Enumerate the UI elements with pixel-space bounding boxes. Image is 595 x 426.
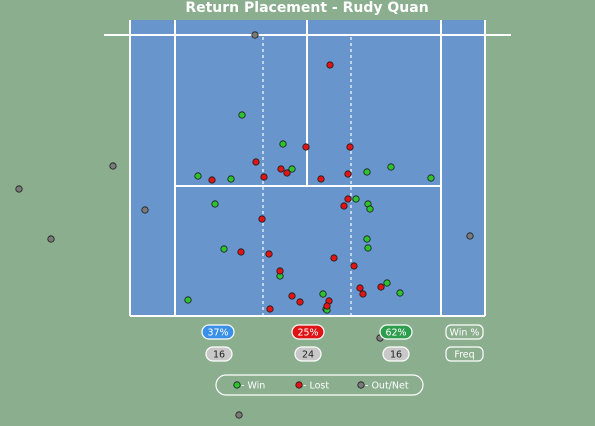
legend-lost-label: - Lost <box>303 381 329 392</box>
out-net-point-3 <box>141 206 149 214</box>
zone-left-freq: 16 <box>213 350 225 361</box>
row-labels: Win % Freq <box>445 324 484 362</box>
zone-right-freq: 16 <box>390 350 402 361</box>
freq-label: Freq <box>454 350 474 361</box>
lost-point-15 <box>330 254 338 262</box>
lost-point-11 <box>340 202 348 210</box>
legend-out-net-marker <box>357 381 365 389</box>
win-point-16 <box>383 279 391 287</box>
win-point-9 <box>352 195 360 203</box>
lost-point-1 <box>252 158 260 166</box>
zone-stats: 37% 16 25% 24 62% 16 Win % Freq <box>201 324 484 362</box>
lost-point-4 <box>277 165 285 173</box>
zone-middle-win-pct: 25% <box>297 328 318 339</box>
lost-point-18 <box>356 284 364 292</box>
zone-left-win-pct: 37% <box>207 328 228 339</box>
zone-right-win-pct: 62% <box>385 328 406 339</box>
win-point-4 <box>387 163 395 171</box>
out-net-point-2 <box>15 185 23 193</box>
win-point-18 <box>319 290 327 298</box>
lost-point-21 <box>288 292 296 300</box>
out-net-point-1 <box>109 162 117 170</box>
lost-point-17 <box>276 267 284 275</box>
win-point-8 <box>211 200 219 208</box>
lost-point-6 <box>260 173 268 181</box>
chart-title: Return Placement - Rudy Quan <box>185 0 428 16</box>
win-point-13 <box>364 244 372 252</box>
win-point-12 <box>363 235 371 243</box>
out-net-point-7 <box>235 411 243 419</box>
lost-point-16 <box>350 262 358 270</box>
lost-point-3 <box>346 143 354 151</box>
legend-win-label: - Win <box>241 381 265 392</box>
win-point-1 <box>279 140 287 148</box>
lost-point-5 <box>283 169 291 177</box>
legend-win-marker <box>233 381 241 389</box>
zone-left-stats: 37% 16 <box>201 324 235 362</box>
lost-point-13 <box>237 248 245 256</box>
lost-point-14 <box>265 250 273 258</box>
lost-point-2 <box>302 143 310 151</box>
lost-point-23 <box>296 298 304 306</box>
lost-point-25 <box>266 305 274 313</box>
tennis-court <box>104 20 511 317</box>
win-point-3 <box>363 168 371 176</box>
win-point-14 <box>220 245 228 253</box>
lost-point-8 <box>317 175 325 183</box>
lost-point-20 <box>359 290 367 298</box>
win-point-19 <box>184 296 192 304</box>
lost-point-7 <box>208 176 216 184</box>
return-placement-chart: Return Placement - Rudy Quan 37% 16 25% … <box>15 0 511 419</box>
legend: - Win - Lost - Out/Net <box>215 374 424 396</box>
lost-point-24 <box>323 302 331 310</box>
win-point-5 <box>427 174 435 182</box>
zone-right-stats: 62% 16 <box>379 324 413 362</box>
win-point-0 <box>238 111 246 119</box>
lost-point-0 <box>326 61 334 69</box>
out-net-point-5 <box>466 232 474 240</box>
lost-point-9 <box>344 170 352 178</box>
legend-out-net-label: - Out/Net <box>365 381 409 392</box>
out-net-point-0 <box>251 31 259 39</box>
out-net-point-4 <box>47 235 55 243</box>
win-point-6 <box>194 172 202 180</box>
zone-middle-freq: 24 <box>302 350 314 361</box>
win-point-11 <box>366 205 374 213</box>
lost-point-19 <box>377 283 385 291</box>
zone-middle-stats: 25% 24 <box>291 324 325 362</box>
win-point-17 <box>396 289 404 297</box>
win-point-7 <box>227 175 235 183</box>
lost-point-12 <box>258 215 266 223</box>
lost-point-10 <box>344 195 352 203</box>
win-pct-label: Win % <box>450 328 480 339</box>
legend-lost-marker <box>295 381 303 389</box>
